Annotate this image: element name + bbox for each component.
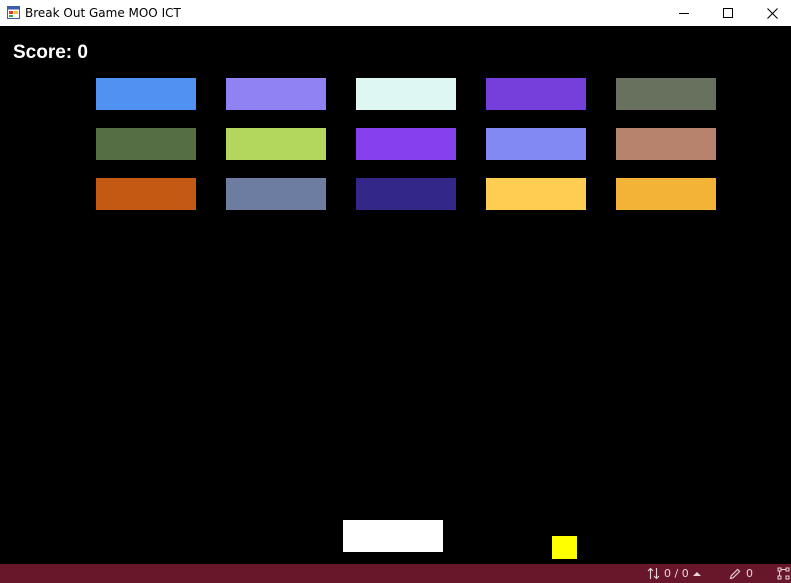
close-icon — [767, 7, 778, 19]
brick-r3-c3 — [356, 178, 456, 210]
brick-r2-c2 — [226, 128, 326, 160]
edit-status[interactable]: 0 — [729, 566, 753, 581]
network-status[interactable] — [777, 566, 790, 581]
network-icon — [777, 567, 790, 580]
maximize-button[interactable] — [705, 0, 750, 26]
brick-r3-c5 — [616, 178, 716, 210]
window-title: Break Out Game MOO ICT — [25, 6, 181, 20]
brick-r1-c2 — [226, 78, 326, 110]
brick-r1-c5 — [616, 78, 716, 110]
brick-r3-c1 — [96, 178, 196, 210]
close-button[interactable] — [750, 0, 791, 26]
sort-arrows-icon — [647, 567, 660, 580]
sort-count: 0 / 0 — [664, 567, 689, 580]
ball — [552, 536, 577, 559]
minimize-button[interactable] — [661, 0, 706, 26]
brick-r3-c4 — [486, 178, 586, 210]
brick-r2-c3 — [356, 128, 456, 160]
brick-r3-c2 — [226, 178, 326, 210]
player-paddle[interactable] — [343, 520, 443, 552]
maximize-icon — [722, 8, 733, 18]
status-bar: 0 / 0 0 — [0, 564, 791, 583]
brick-r2-c1 — [96, 128, 196, 160]
brick-r1-c3 — [356, 78, 456, 110]
pencil-icon — [729, 568, 741, 579]
brick-r2-c4 — [486, 128, 586, 160]
brick-r1-c4 — [486, 78, 586, 110]
brick-r2-c5 — [616, 128, 716, 160]
minimize-icon — [678, 13, 689, 14]
game-window: Break Out Game MOO ICT Score: 0 0 / 0 0 — [0, 0, 791, 583]
game-area[interactable]: Score: 0 — [0, 26, 791, 564]
score-label: Score: 0 — [13, 42, 88, 63]
caret-up-icon — [692, 571, 701, 576]
edit-count: 0 — [746, 567, 753, 580]
app-window-icon — [7, 6, 20, 19]
title-bar: Break Out Game MOO ICT — [0, 0, 791, 26]
sort-status[interactable]: 0 / 0 — [647, 566, 701, 581]
brick-r1-c1 — [96, 78, 196, 110]
